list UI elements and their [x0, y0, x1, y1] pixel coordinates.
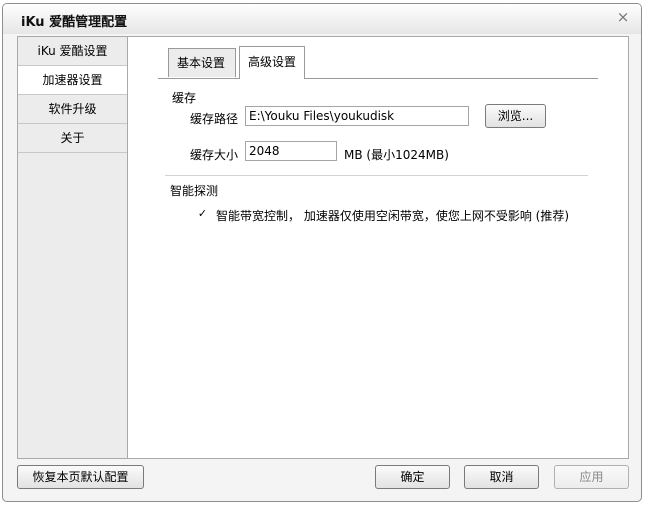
close-icon[interactable]: × — [613, 7, 633, 27]
settings-panel: 基本设置 高级设置 缓存 缓存路径 E:\Youku Files\youkudi… — [127, 36, 629, 459]
title-bar: iKu 爱酷管理配置 × — [3, 4, 641, 34]
settings-dialog: iKu 爱酷管理配置 × iKu 爱酷设置 加速器设置 软件升级 关于 基本设置… — [2, 3, 642, 502]
sidebar: iKu 爱酷设置 加速器设置 软件升级 关于 — [17, 36, 128, 459]
sidebar-item-accelerator-settings[interactable]: 加速器设置 — [18, 66, 127, 95]
cache-size-input[interactable]: 2048 — [245, 141, 337, 161]
ok-button[interactable]: 确定 — [375, 465, 450, 489]
apply-button[interactable]: 应用 — [554, 465, 629, 489]
tab-strip: 基本设置 高级设置 — [158, 46, 598, 79]
bandwidth-control-label[interactable]: 智能带宽控制， 加速器仅使用空闲带宽，使您上网不受影响 (推荐) — [216, 207, 569, 224]
sidebar-item-about[interactable]: 关于 — [18, 124, 127, 153]
cache-section-title: 缓存 — [172, 91, 197, 105]
browse-button[interactable]: 浏览... — [485, 104, 546, 128]
smart-detect-section-title: 智能探测 — [170, 184, 219, 198]
cancel-button[interactable]: 取消 — [464, 465, 539, 489]
window-title: iKu 爱酷管理配置 — [21, 15, 128, 30]
cache-path-input[interactable]: E:\Youku Files\youkudisk — [245, 106, 469, 126]
section-divider — [165, 175, 588, 176]
tab-advanced-settings[interactable]: 高级设置 — [239, 46, 305, 79]
sidebar-item-software-upgrade[interactable]: 软件升级 — [18, 95, 127, 124]
bandwidth-control-checkbox[interactable]: ✓ — [197, 208, 208, 219]
cache-size-hint: MB (最小1024MB) — [344, 148, 449, 162]
restore-defaults-button[interactable]: 恢复本页默认配置 — [17, 465, 144, 489]
cache-path-label: 缓存路径 — [190, 112, 239, 126]
cache-size-label: 缓存大小 — [190, 148, 239, 162]
tab-basic-settings[interactable]: 基本设置 — [168, 48, 236, 77]
sidebar-item-iku-settings[interactable]: iKu 爱酷设置 — [18, 37, 127, 66]
